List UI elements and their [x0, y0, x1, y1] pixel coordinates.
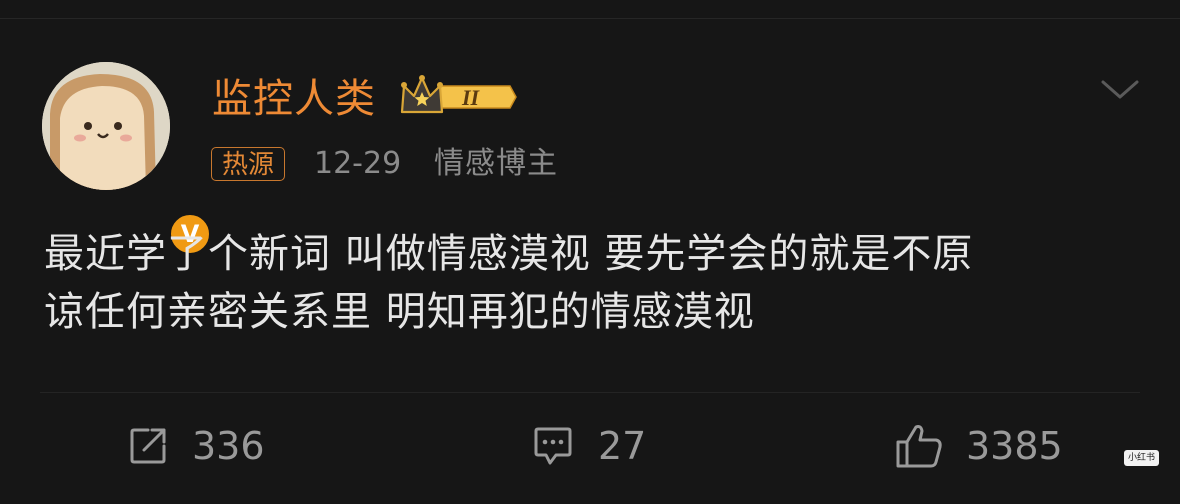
post-date: 12-29	[314, 146, 402, 181]
avatar-image	[42, 62, 170, 190]
source-tag[interactable]: 热源	[211, 147, 286, 181]
repost-button[interactable]: 336	[126, 420, 265, 472]
top-divider	[0, 18, 1180, 19]
action-divider	[40, 392, 1140, 393]
comment-count: 27	[598, 424, 647, 468]
share-icon	[130, 428, 166, 464]
level-badge-text: II	[461, 85, 481, 110]
post-body: 最近学了个新词 叫做情感漠视 要先学会的就是不原 谅任何亲密关系里 明知再犯的情…	[44, 225, 1144, 341]
like-button[interactable]: 3385	[894, 420, 1063, 472]
comment-button[interactable]: 27	[530, 420, 646, 472]
post-text-line: 谅任何亲密关系里 明知再犯的情感漠视	[44, 289, 755, 335]
crown-badge-icon: II	[400, 75, 517, 114]
author-name[interactable]: 监控人类	[212, 76, 376, 122]
like-count: 3385	[966, 424, 1063, 468]
watermark: 小红书	[1124, 450, 1160, 466]
comment-icon	[534, 427, 572, 465]
avatar[interactable]: V	[42, 62, 212, 256]
post-text-line: 最近学了个新词 叫做情感漠视 要先学会的就是不原	[44, 231, 974, 277]
chevron-down-icon[interactable]	[1100, 78, 1140, 102]
thumbs-up-icon	[896, 425, 942, 468]
author-description: 情感博主	[434, 146, 558, 181]
repost-count: 336	[192, 424, 265, 468]
